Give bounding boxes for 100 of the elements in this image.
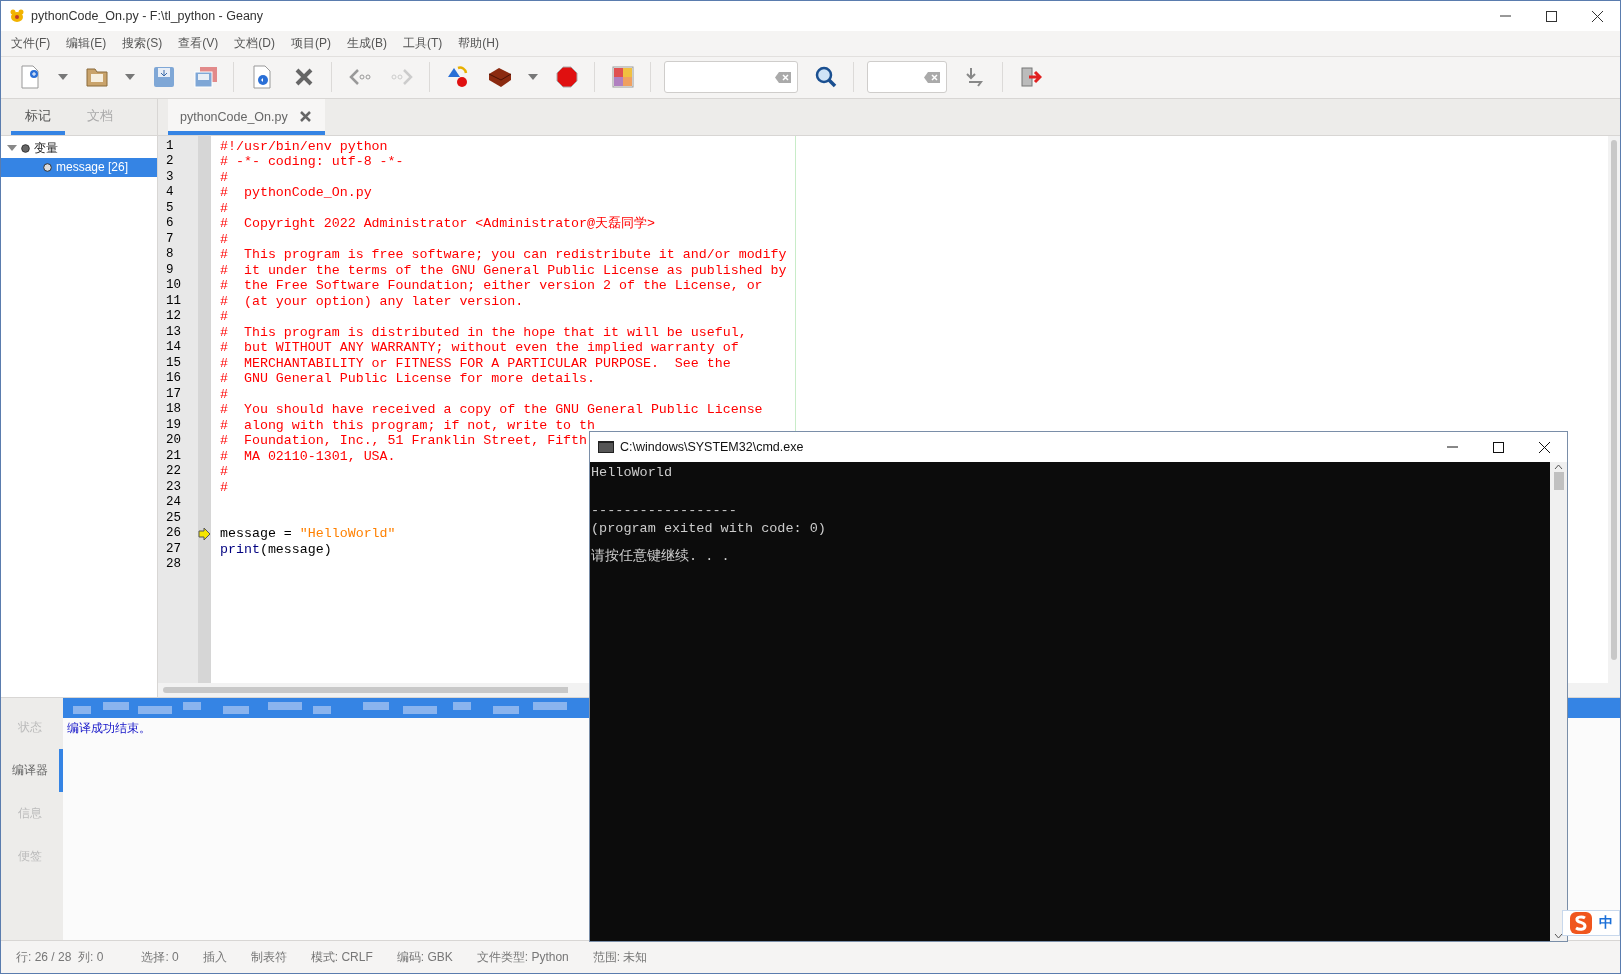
code-line: # MERCHANTABILITY or FITNESS FOR A PARTICULAR PURPOSE. See the (220, 355, 731, 371)
menu-item[interactable]: 工具(T) (395, 34, 451, 52)
ime-indicator[interactable]: 中 (1562, 910, 1620, 936)
menu-item[interactable]: 生成(B) (339, 34, 395, 52)
code-line: # This program is free software; you can redistribute it and/or modify (220, 247, 787, 263)
line-number: 2 (165, 154, 175, 170)
folder-icon (84, 66, 109, 89)
brick-icon (486, 66, 513, 89)
line-number: 7 (165, 231, 175, 248)
code-line: # but WITHOUT ANY WARRANTY; without even the implied warranty of (220, 340, 739, 356)
minimize-icon (1499, 15, 1511, 17)
code-line: # (220, 479, 228, 495)
save-icon (152, 66, 175, 89)
menu-item[interactable]: 项目(P) (283, 34, 339, 52)
scroll-down-icon[interactable] (1554, 933, 1563, 939)
code-line: message = "HelloWorld" (220, 526, 396, 542)
scrollbar-thumb[interactable] (163, 686, 568, 693)
back-arrow-icon (347, 68, 372, 87)
jump-icon (964, 66, 985, 89)
tree-item[interactable]: message [26] (1, 157, 157, 177)
line-number: 11 (165, 293, 182, 310)
close-icon[interactable] (299, 111, 311, 123)
caret-icon (528, 74, 538, 81)
line-number: 6 (165, 216, 175, 232)
line-number: 8 (165, 247, 175, 263)
caret-icon (125, 74, 135, 81)
status-item: 编码: GBK (396, 948, 453, 966)
line-number: 4 (165, 185, 175, 201)
scrollbar-thumb[interactable] (1611, 139, 1617, 660)
code-line: # -*- coding: utf-8 -*- (220, 154, 404, 170)
menu-item[interactable]: 搜索(S) (114, 34, 171, 52)
code-line: # (220, 386, 228, 402)
status-item: 插入 (202, 948, 227, 966)
maximize-icon (1492, 441, 1504, 453)
compiler-message: 编译成功结束。 (66, 719, 152, 737)
goto-line-field[interactable] (867, 61, 947, 94)
status-item: 文件类型: Python (476, 948, 569, 966)
console-line: 请按任意键继续. . . (591, 548, 731, 566)
search-field[interactable] (664, 61, 798, 94)
file-tab[interactable]: pythonCode_On.py (168, 98, 325, 135)
line-number: 27 (165, 541, 182, 558)
code-line: print(message) (220, 541, 332, 557)
reload-icon (250, 65, 273, 90)
status-item: 选择: 0 (141, 948, 179, 966)
search-icon (814, 66, 837, 89)
code-line: # (220, 169, 228, 185)
line-number: 22 (165, 464, 182, 480)
line-number: 17 (165, 386, 182, 403)
line-number: 5 (165, 200, 175, 217)
code-line: # (at your option) any later version. (220, 293, 524, 309)
ime-logo-icon (1569, 911, 1593, 935)
code-line: # the Free Software Foundation; either version 2 of the License, or (220, 278, 763, 294)
line-number: 3 (165, 169, 175, 186)
scroll-up-icon[interactable] (1554, 464, 1563, 470)
variable-icon (21, 143, 30, 153)
new-file-icon (18, 65, 41, 90)
close-icon (1538, 441, 1550, 453)
code-line: # You should have received a copy of the GNU General Public License (220, 402, 763, 418)
app-icon (9, 9, 25, 23)
clear-icon[interactable] (775, 71, 791, 83)
status-item: 模式: CRLF (310, 948, 373, 966)
console-icon (598, 441, 614, 453)
line-number: 1 (165, 138, 175, 155)
tree-item[interactable]: 变量 (1, 138, 157, 158)
menu-item[interactable]: 帮助(H) (450, 34, 507, 52)
code-line: # pythonCode_On.py (220, 185, 372, 201)
code-line: # (220, 200, 228, 216)
sidebar-tab[interactable]: 标记 (11, 98, 65, 135)
menu-item[interactable]: 编辑(E) (58, 34, 115, 52)
menu-item[interactable]: 文档(D) (226, 34, 283, 52)
line-number: 9 (165, 262, 175, 279)
line-number: 23 (165, 479, 182, 496)
clear-icon[interactable] (924, 71, 940, 83)
line-number: 16 (165, 371, 182, 387)
line-number: 14 (165, 340, 182, 356)
line-number: 18 (165, 402, 182, 418)
menu-item[interactable]: 文件(F) (3, 34, 59, 52)
code-line: # GNU General Public License for more details. (220, 371, 596, 387)
menu-item[interactable]: 查看(V) (170, 34, 227, 52)
line-number: 21 (165, 448, 182, 465)
color-palette-icon (611, 66, 634, 89)
code-line: # along with this program; if not, write to th (220, 417, 596, 433)
line-number: 19 (165, 417, 182, 434)
console-title: C:\windows\SYSTEM32\cmd.exe (620, 440, 805, 454)
console-line: (program exited with code: 0) (591, 520, 827, 538)
code-line: # Copyright 2022 Administrator <Administrator@天磊同学> (220, 216, 655, 232)
line-number: 25 (165, 510, 182, 527)
scrollbar-thumb[interactable] (1553, 472, 1564, 490)
save-all-icon (193, 66, 218, 89)
line-number: 28 (165, 557, 182, 573)
code-line: # (220, 231, 228, 247)
code-line: # MA 02110-1301, USA. (220, 448, 396, 464)
console-line: HelloWorld (591, 464, 673, 482)
compile-icon (445, 65, 470, 90)
line-number: 13 (165, 324, 182, 341)
line-number: 10 (165, 278, 182, 294)
close-icon (1591, 10, 1603, 22)
code-line: # This program is distributed in the hope that it will be useful, (220, 324, 747, 340)
status-item: 行: 26 / 28 列: 0 (16, 948, 104, 966)
line-number: 26 (165, 526, 182, 542)
